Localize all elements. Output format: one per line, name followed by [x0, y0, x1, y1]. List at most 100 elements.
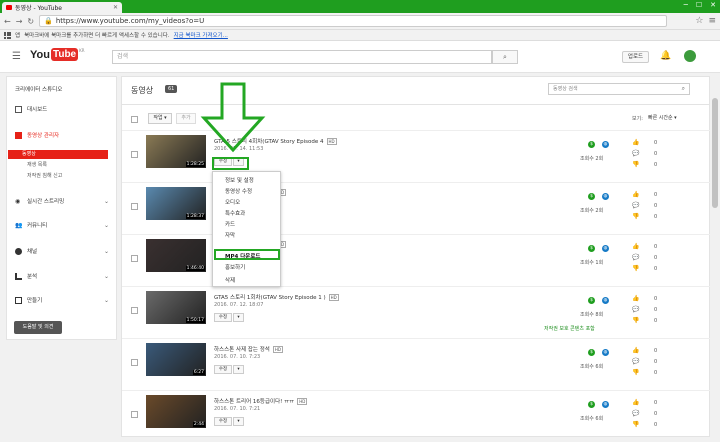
video-search-input[interactable]: 동영상 검색 ⌕	[548, 83, 690, 95]
edit-button[interactable]: 수정	[214, 313, 232, 322]
comment-icon: 💬	[632, 202, 640, 209]
dropdown-menu-item[interactable]: 카드	[225, 220, 235, 228]
edit-dropdown-button[interactable]: ▾	[233, 313, 244, 322]
public-globe-icon[interactable]: ◍	[602, 349, 609, 356]
public-globe-icon[interactable]: ◍	[602, 245, 609, 252]
back-icon[interactable]: ←	[4, 17, 11, 26]
sidebar-item-video-manager[interactable]: 동영상 관리자	[15, 131, 59, 139]
view-count: 조회수 1회	[580, 260, 604, 266]
reload-icon[interactable]: ↻	[27, 17, 34, 26]
sidebar-sub-copyright[interactable]: 저작권 침해 신고	[27, 172, 62, 179]
edit-dropdown-button[interactable]: ▾	[233, 365, 244, 374]
help-feedback-button[interactable]: 도움말 및 의견	[14, 321, 62, 334]
notification-bell-icon[interactable]: 🔔	[660, 51, 671, 61]
monetization-icon[interactable]: $	[588, 401, 595, 408]
avatar[interactable]	[684, 50, 696, 62]
sidebar-item-dashboard[interactable]: 대시보드	[15, 105, 47, 113]
maximize-icon[interactable]: ☐	[696, 1, 702, 9]
row-checkbox[interactable]	[131, 255, 138, 262]
thumbs-down-icon: 👎	[632, 369, 640, 376]
copyright-notice[interactable]: 저작권 보호 콘텐츠 포함	[544, 325, 595, 332]
video-title[interactable]: GTA5 스토리 1회차(GTAV Story Episode 1 ) HD	[214, 293, 339, 301]
video-title[interactable]: 하스스톤 사제 잡는 정석 HD	[214, 345, 283, 353]
video-manager-icon	[15, 131, 22, 139]
monetization-icon[interactable]: $	[588, 245, 595, 252]
sidebar-item-create[interactable]: 만들기 ⌄	[15, 296, 109, 304]
dashboard-icon	[15, 105, 22, 113]
chevron-down-icon[interactable]: ⌄	[104, 198, 109, 205]
edit-dropdown-button[interactable]: ▾	[233, 417, 244, 426]
dropdown-menu-item[interactable]: 홍보하기	[225, 263, 245, 271]
sidebar-sub-playlists[interactable]: 재생 목록	[27, 161, 47, 168]
search-button[interactable]: ⌕	[492, 50, 518, 64]
chevron-down-icon[interactable]: ⌄	[104, 297, 109, 304]
monetization-icon[interactable]: $	[588, 297, 595, 304]
browser-menu-icon[interactable]: ≡	[708, 16, 716, 26]
bookmark-star-icon[interactable]: ☆	[695, 16, 703, 26]
video-thumbnail[interactable]: 1:28:25	[146, 135, 206, 168]
sidebar-item-live[interactable]: ◉ 실시간 스트리밍 ⌄	[15, 197, 109, 206]
video-thumbnail[interactable]: 1:46:40	[146, 239, 206, 272]
video-thumbnail[interactable]: 6:27	[146, 343, 206, 376]
apps-label[interactable]: 앱	[15, 31, 20, 39]
edit-button[interactable]: 수정	[214, 365, 232, 374]
sort-select[interactable]: 빠른 시간순 ▾	[648, 113, 690, 124]
tab-close-icon[interactable]: ✕	[113, 4, 118, 11]
row-checkbox[interactable]	[131, 359, 138, 366]
video-date: 2016. 07. 12. 18:07	[214, 302, 264, 308]
actions-button[interactable]: 작업 ▾	[148, 113, 172, 124]
add-button[interactable]: 추가	[176, 113, 196, 124]
video-thumbnail[interactable]: 1:50:17	[146, 291, 206, 324]
sidebar-item-community[interactable]: 👥 커뮤니티 ⌄	[15, 221, 109, 230]
sidebar-item-label: 동영상 관리자	[27, 133, 60, 139]
youtube-logo[interactable]: You Tube KR	[30, 48, 85, 61]
chevron-down-icon[interactable]: ⌄	[104, 248, 109, 255]
select-all-checkbox[interactable]	[131, 116, 138, 123]
browser-tab[interactable]: 동영상 - YouTube ✕	[2, 2, 122, 13]
comment-count: 0	[654, 307, 658, 313]
import-bookmarks-link[interactable]: 지금 북마크 가져오기...	[174, 31, 228, 39]
chevron-down-icon[interactable]: ⌄	[104, 273, 109, 280]
sidebar-item-analytics[interactable]: 분석 ⌄	[15, 272, 109, 280]
search-icon[interactable]: ⌕	[682, 84, 685, 94]
public-globe-icon[interactable]: ◍	[602, 401, 609, 408]
edit-button[interactable]: 수정	[214, 417, 232, 426]
row-checkbox[interactable]	[131, 151, 138, 158]
search-input[interactable]: 검색	[112, 50, 492, 64]
dropdown-menu-item[interactable]: 삭제	[225, 276, 235, 284]
row-checkbox[interactable]	[131, 411, 138, 418]
page-scrollbar[interactable]	[710, 76, 720, 437]
monetization-icon[interactable]: $	[588, 349, 595, 356]
minimize-icon[interactable]: ─	[684, 1, 688, 9]
monetization-icon[interactable]: $	[588, 193, 595, 200]
sidebar-item-channel[interactable]: 채널 ⌄	[15, 247, 109, 255]
apps-grid-icon[interactable]	[4, 31, 11, 39]
dropdown-menu-item[interactable]: 자막	[225, 231, 235, 239]
table-row: 1:46:40GTAV Story Episode 2HD수정▾$◍조회수 1회…	[122, 234, 710, 286]
video-thumbnail[interactable]: 1:28:37	[146, 187, 206, 220]
video-thumbnail[interactable]: 2:44	[146, 395, 206, 428]
upload-button[interactable]: 업로드	[622, 51, 649, 63]
public-globe-icon[interactable]: ◍	[602, 141, 609, 148]
caret-down-icon: ▾	[237, 419, 240, 424]
dropdown-menu-item[interactable]: 특수효과	[225, 209, 245, 217]
forward-icon[interactable]: →	[16, 17, 23, 26]
row-checkbox[interactable]	[131, 203, 138, 210]
dropdown-menu-item[interactable]: 오디오	[225, 198, 240, 206]
close-window-icon[interactable]: ✕	[710, 1, 716, 9]
row-checkbox[interactable]	[131, 307, 138, 314]
hamburger-menu-icon[interactable]: ☰	[12, 51, 21, 62]
video-title[interactable]: 하스스톤 트리어 16등급이다! ㅠㅠ HD	[214, 397, 308, 405]
monetization-icon[interactable]: $	[588, 141, 595, 148]
dropdown-menu-item[interactable]: 동영상 수정	[225, 187, 252, 195]
thumbs-down-icon: 👎	[632, 265, 640, 272]
public-globe-icon[interactable]: ◍	[602, 193, 609, 200]
sidebar-item-label: 실시간 스트리밍	[27, 199, 65, 205]
url-input[interactable]: 🔒 https://www.youtube.com/my_videos?o=U	[39, 15, 668, 27]
public-globe-icon[interactable]: ◍	[602, 297, 609, 304]
edit-dropdown-menu: 정보 및 설정 동영상 수정 오디오 특수효과 카드 자막 MP4 다운로드 홍보하기 삭제	[212, 171, 281, 287]
chevron-down-icon[interactable]: ⌄	[104, 222, 109, 229]
dropdown-menu-item[interactable]: 정보 및 설정	[225, 176, 254, 184]
scrollbar-thumb[interactable]	[712, 98, 718, 208]
sidebar-sub-videos[interactable]: 동영상	[8, 150, 108, 159]
